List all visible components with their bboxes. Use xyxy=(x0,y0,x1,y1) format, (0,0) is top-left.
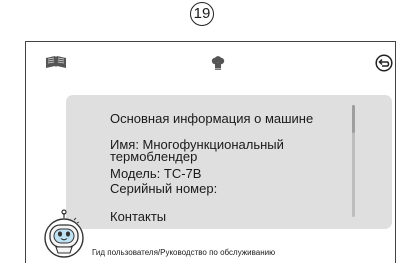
robot-icon[interactable] xyxy=(42,208,86,258)
chef-hat-icon[interactable] xyxy=(211,56,225,70)
machine-model: Модель: TC-7B xyxy=(110,166,202,181)
book-icon[interactable] xyxy=(45,55,67,69)
device-screen: Основная информация о машине Имя: Многоф… xyxy=(25,41,396,263)
serial-number: Серийный номер: xyxy=(110,181,218,196)
machine-info-panel: Основная информация о машине Имя: Многоф… xyxy=(66,95,392,229)
back-arrow-icon[interactable] xyxy=(375,54,393,72)
contacts-item[interactable]: Контакты xyxy=(110,209,166,224)
user-guide-label: Гид пользователя/Руководство по обслужив… xyxy=(92,248,276,257)
machine-name: Имя: Многофункциональный термоблендер xyxy=(110,137,284,164)
scrollbar[interactable] xyxy=(352,105,355,217)
scroll-thumb[interactable] xyxy=(352,105,355,133)
page-number: 19 xyxy=(190,2,214,26)
info-title: Основная информация о машине xyxy=(110,111,314,126)
